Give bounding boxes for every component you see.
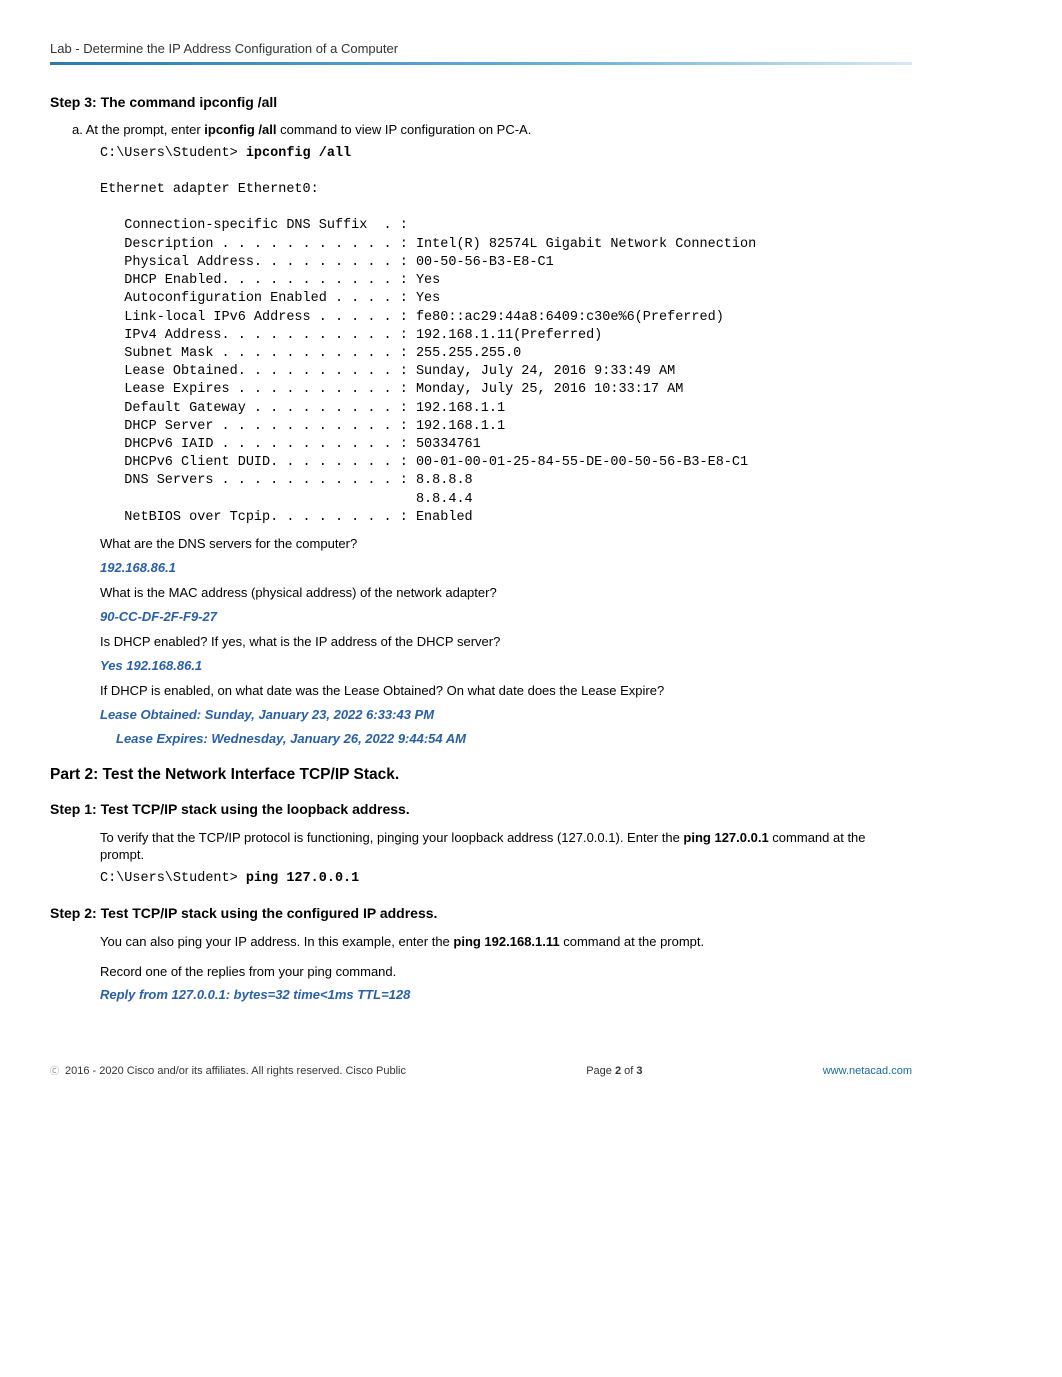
p2-step1-body: To verify that the TCP/IP protocol is fu… <box>100 829 912 864</box>
header-divider <box>50 62 912 65</box>
p2-step2-heading: Step 2: Test TCP/IP stack using the conf… <box>50 904 912 923</box>
p2-step2-body2: Record one of the replies from your ping… <box>100 963 912 981</box>
p2-step2-body1: You can also ping your IP address. In th… <box>100 933 912 951</box>
cmd-prompt: C:\Users\Student> <box>100 871 246 886</box>
step3-item-a-text2: command to view IP configuration on PC-A… <box>277 122 532 137</box>
p2s1-bold: ping 127.0.0.1 <box>683 830 768 845</box>
page-of: of <box>621 1065 636 1077</box>
p2s1-text1: To verify that the TCP/IP protocol is fu… <box>100 830 683 845</box>
part2-heading: Part 2: Test the Network Interface TCP/I… <box>50 765 912 786</box>
answer-mac: 90-CC-DF-2F-F9-27 <box>100 608 912 626</box>
page-total: 3 <box>636 1065 642 1077</box>
footer-center: Page 2 of 3 <box>586 1064 642 1079</box>
step3-item-a: a. At the prompt, enter ipconfig /all co… <box>72 121 912 139</box>
copyright-icon: Ⓒ <box>50 1065 59 1077</box>
ping-loopback-command: C:\Users\Student> ping 127.0.0.1 <box>100 870 912 888</box>
step3-item-a-text1: At the prompt, enter <box>86 122 205 137</box>
question-mac: What is the MAC address (physical addres… <box>100 584 912 602</box>
ethernet-adapter-header: Ethernet adapter Ethernet0: <box>100 181 912 199</box>
page-title: Lab - Determine the IP Address Configura… <box>50 40 912 58</box>
output-block: Connection-specific DNS Suffix . : Descr… <box>100 217 912 527</box>
p2s2-text2: command at the prompt. <box>560 934 705 949</box>
answer-lease-obtained: Lease Obtained: Sunday, January 23, 2022… <box>100 706 912 724</box>
step3-heading: Step 3: The command ipconfig /all <box>50 93 912 112</box>
p2s2-bold: ping 192.168.1.11 <box>453 934 559 949</box>
p2s2-text1: You can also ping your IP address. In th… <box>100 934 453 949</box>
ipconfig-command-line: C:\Users\Student> ipconfig /all <box>100 145 912 163</box>
step3-item-a-bold: ipconfig /all <box>204 122 276 137</box>
footer-left: Ⓒ 2016 - 2020 Cisco and/or its affiliate… <box>50 1064 406 1079</box>
page-header: Lab - Determine the IP Address Configura… <box>50 40 912 65</box>
list-marker: a. <box>72 122 86 137</box>
question-lease: If DHCP is enabled, on what date was the… <box>100 682 912 700</box>
question-dns: What are the DNS servers for the compute… <box>100 535 912 553</box>
cmd-prompt: C:\Users\Student> <box>100 146 246 161</box>
answer-dns: 192.168.86.1 <box>100 559 912 577</box>
question-dhcp: Is DHCP enabled? If yes, what is the IP … <box>100 633 912 651</box>
cmd-text: ping 127.0.0.1 <box>246 871 359 886</box>
answer-dhcp: Yes 192.168.86.1 <box>100 657 912 675</box>
answer-lease-expires: Lease Expires: Wednesday, January 26, 20… <box>116 730 912 748</box>
p2-step1-heading: Step 1: Test TCP/IP stack using the loop… <box>50 800 912 819</box>
page-label: Page <box>586 1065 615 1077</box>
page-footer: Ⓒ 2016 - 2020 Cisco and/or its affiliate… <box>50 1064 912 1079</box>
cmd-text: ipconfig /all <box>246 146 351 161</box>
footer-link[interactable]: www.netacad.com <box>823 1064 912 1079</box>
answer-ping-reply: Reply from 127.0.0.1: bytes=32 time<1ms … <box>100 986 912 1004</box>
footer-left-text: 2016 - 2020 Cisco and/or its affiliates.… <box>65 1064 406 1079</box>
